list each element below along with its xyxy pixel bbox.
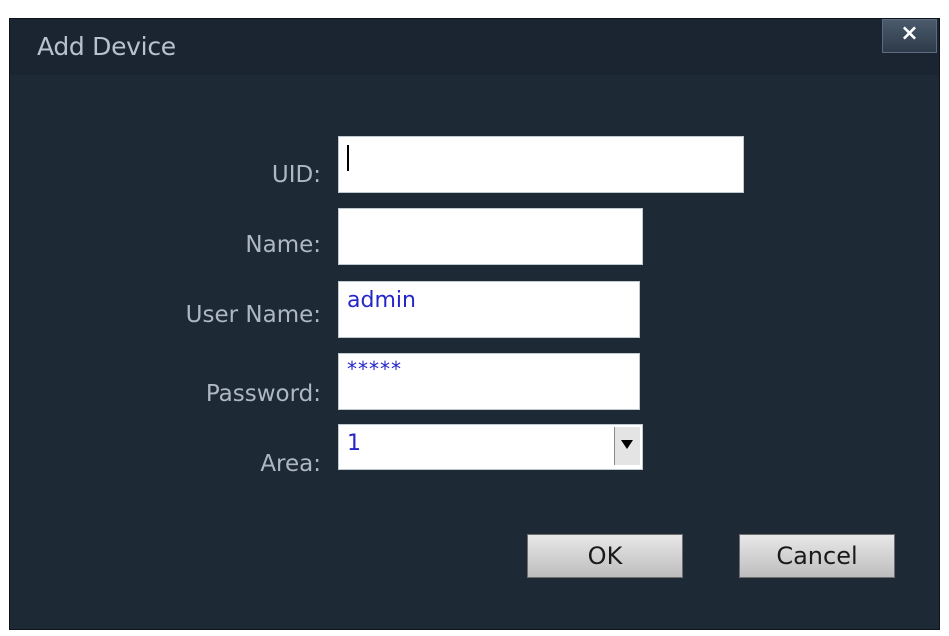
close-button[interactable]: × — [882, 19, 937, 53]
chevron-down-icon — [621, 440, 633, 449]
cancel-button[interactable]: Cancel — [739, 534, 895, 578]
area-label: Area: — [260, 451, 321, 477]
user-name-input[interactable]: admin — [338, 281, 640, 338]
close-icon: × — [900, 21, 919, 46]
uid-label: UID: — [271, 162, 321, 188]
password-label: Password: — [205, 381, 321, 407]
user-name-value: admin — [347, 288, 416, 313]
area-dropdown-button[interactable] — [614, 427, 640, 465]
text-caret — [347, 145, 349, 171]
name-input[interactable] — [338, 208, 643, 265]
add-device-dialog: Add Device × UID: Name: User Name: admin… — [9, 18, 940, 630]
ok-button[interactable]: OK — [527, 534, 683, 578]
name-label: Name: — [245, 232, 321, 258]
user-name-label: User Name: — [185, 302, 321, 328]
password-value: ***** — [347, 357, 402, 381]
title-bar[interactable]: Add Device × — [10, 19, 939, 75]
uid-input[interactable] — [338, 136, 744, 193]
dialog-title: Add Device — [37, 32, 176, 61]
area-select[interactable]: 1 — [338, 424, 643, 470]
password-input[interactable]: ***** — [338, 353, 640, 410]
area-value: 1 — [347, 431, 361, 456]
